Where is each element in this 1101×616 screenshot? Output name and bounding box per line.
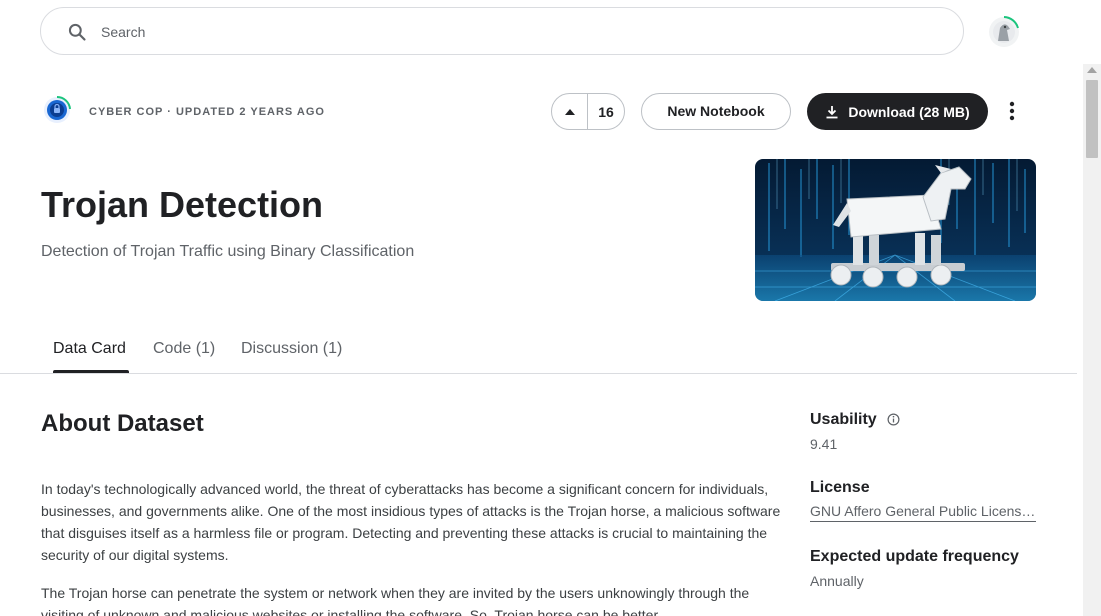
profile-avatar[interactable] bbox=[987, 15, 1021, 49]
upvote-button[interactable] bbox=[552, 94, 588, 129]
scrollbar-thumb[interactable] bbox=[1086, 80, 1098, 158]
download-button[interactable]: Download (28 MB) bbox=[807, 93, 988, 130]
more-vert-icon[interactable] bbox=[1001, 99, 1023, 123]
license-label: License bbox=[810, 479, 870, 496]
page-subtitle: Detection of Trojan Traffic using Binary… bbox=[41, 243, 415, 260]
usability-label: Usability bbox=[810, 411, 877, 428]
cover-image bbox=[755, 159, 1036, 301]
usability-value: 9.41 bbox=[810, 436, 838, 452]
download-label: Download (28 MB) bbox=[848, 103, 970, 120]
upvote-group: 16 bbox=[551, 93, 625, 130]
info-icon[interactable] bbox=[887, 413, 900, 426]
page-scrollbar[interactable] bbox=[1083, 64, 1101, 616]
scroll-up-arrow-icon[interactable] bbox=[1087, 67, 1097, 73]
tab-code[interactable]: Code (1) bbox=[153, 340, 215, 358]
page-title: Trojan Detection bbox=[41, 184, 324, 225]
arrow-up-icon bbox=[564, 108, 575, 115]
upvote-count[interactable]: 16 bbox=[588, 104, 624, 120]
active-tab-indicator bbox=[53, 370, 129, 373]
tab-discussion[interactable]: Discussion (1) bbox=[241, 340, 342, 358]
new-notebook-button[interactable]: New Notebook bbox=[641, 93, 791, 130]
search-icon bbox=[68, 23, 86, 41]
search-bar[interactable] bbox=[40, 7, 964, 55]
owner-meta: CYBER COP · UPDATED 2 YEARS AGO bbox=[89, 106, 325, 118]
owner-avatar[interactable] bbox=[42, 95, 72, 125]
license-link[interactable]: GNU Affero General Public License 3.0 bbox=[810, 503, 1036, 522]
about-heading: About Dataset bbox=[41, 410, 204, 437]
about-paragraph: In today's technologically advanced worl… bbox=[41, 481, 781, 563]
update-frequency-label: Expected update frequency bbox=[810, 548, 1019, 565]
download-icon bbox=[826, 105, 838, 118]
dataset-tabs: Data Card Code (1) Discussion (1) bbox=[0, 330, 1077, 374]
tab-data-card[interactable]: Data Card bbox=[53, 340, 126, 358]
update-frequency-value: Annually bbox=[810, 573, 864, 589]
search-input[interactable] bbox=[101, 20, 941, 44]
about-paragraph: The Trojan horse can penetrate the syste… bbox=[41, 585, 750, 616]
